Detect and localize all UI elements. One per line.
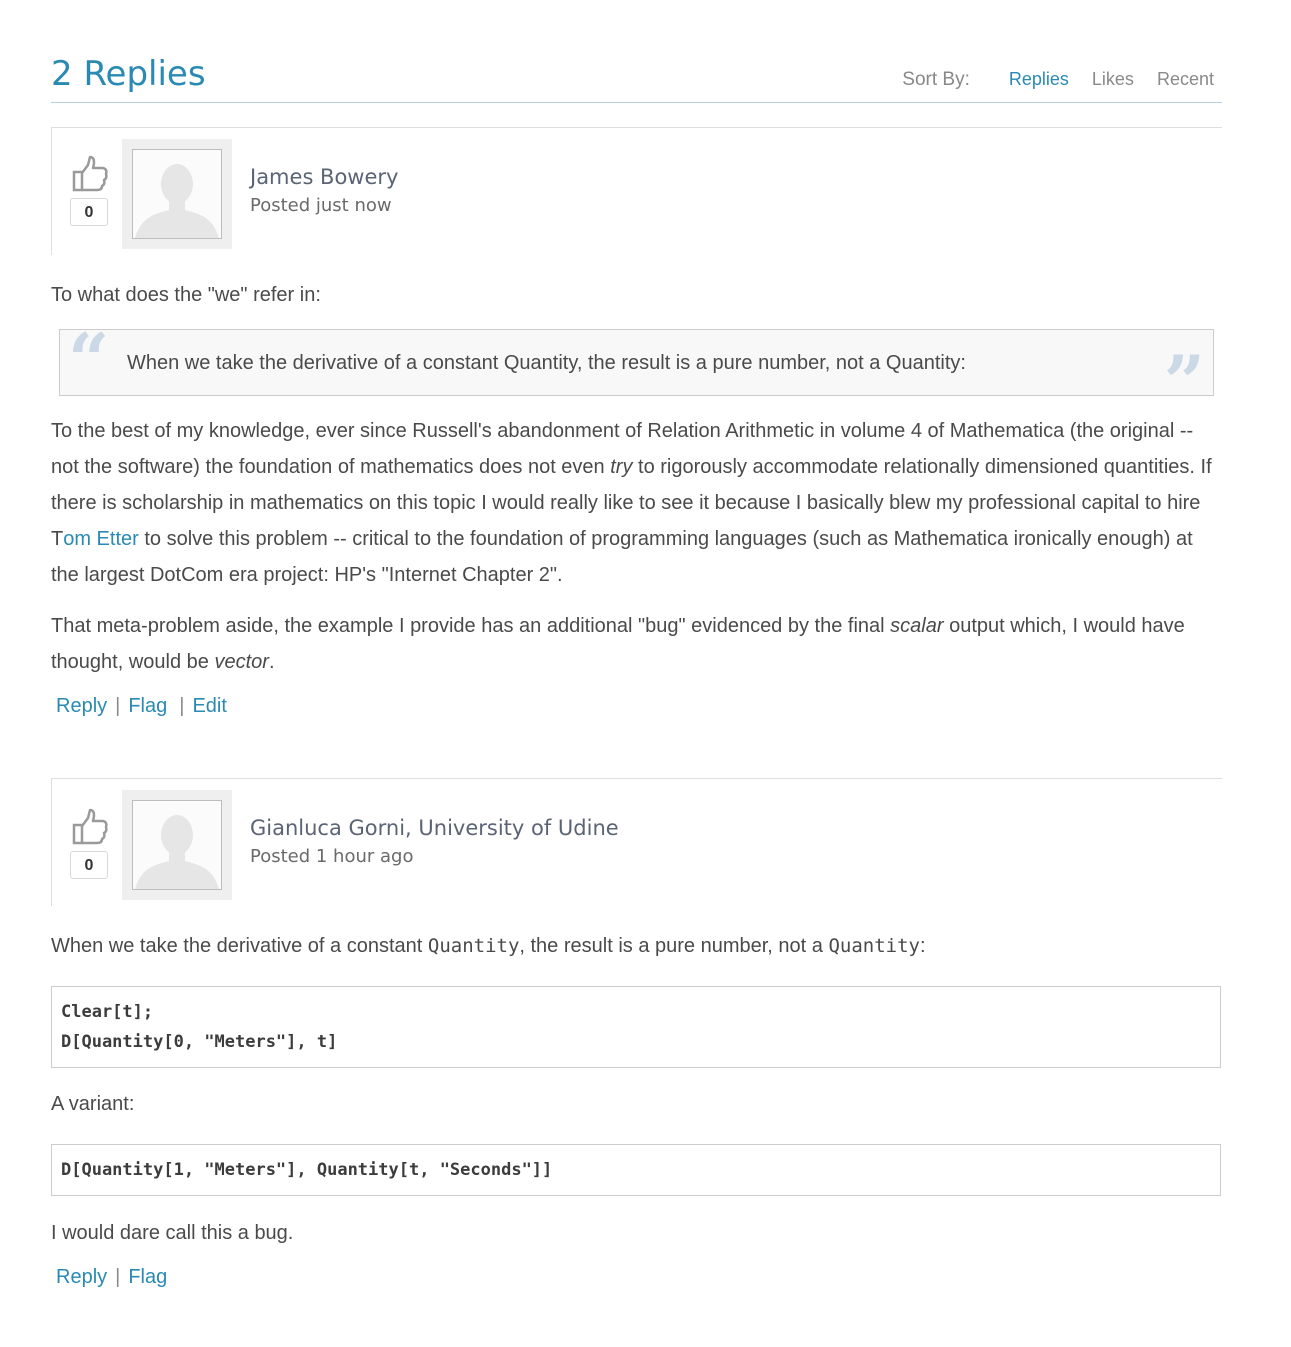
intro-text: To what does the "we" refer in: — [51, 284, 321, 306]
emphasis-text: vector — [214, 651, 269, 673]
blockquote: “ When we take the derivative of a const… — [59, 324, 1214, 418]
text-segment: . — [268, 651, 275, 673]
separator: | — [179, 695, 185, 717]
like-widget: 0 — [70, 154, 110, 226]
edit-button[interactable]: Edit — [192, 695, 226, 717]
author-name[interactable]: James Bowery — [250, 163, 398, 191]
sort-controls: Sort By: Replies Likes Recent — [902, 68, 1214, 91]
closing-paragraph: I would dare call this a bug. — [51, 1222, 294, 1244]
variant-label: A variant: — [51, 1086, 1222, 1122]
avatar-image — [132, 149, 222, 239]
reply-header: 0 Gianluca Gorni, University of Udine Po… — [51, 778, 1222, 906]
sort-by-label: Sort By: — [902, 69, 970, 90]
thumbs-up-icon[interactable] — [71, 807, 109, 845]
reply-button[interactable]: Reply — [56, 1266, 107, 1288]
close-quote-icon: ” — [1163, 339, 1205, 424]
avatar[interactable] — [122, 790, 232, 900]
variant-text: A variant: — [51, 1093, 135, 1115]
sort-option-recent[interactable]: Recent — [1157, 69, 1214, 89]
sort-option-replies[interactable]: Replies — [1009, 69, 1069, 89]
reply-header: 0 James Bowery Posted just now — [51, 127, 1222, 255]
flag-button[interactable]: Flag — [128, 695, 167, 717]
reply-intro: To what does the "we" refer in: — [51, 277, 1222, 313]
default-user-icon — [135, 164, 219, 238]
reply-paragraph: That meta-problem aside, the example I p… — [51, 608, 1222, 680]
reply-intro: When we take the derivative of a constan… — [51, 928, 1222, 964]
replies-count-title: 2 Replies — [51, 54, 206, 94]
sort-option-likes[interactable]: Likes — [1092, 69, 1134, 89]
text-segment: , the result is a pure number, not a — [519, 935, 829, 957]
default-user-icon — [135, 815, 219, 889]
like-count: 0 — [70, 198, 108, 226]
reply-actions: Reply | Flag | Edit — [56, 693, 227, 719]
code-block: D[Quantity[1, "Meters"], Quantity[t, "Se… — [51, 1144, 1221, 1196]
replies-header: 2 Replies Sort By: Replies Likes Recent — [51, 52, 1222, 103]
open-quote-icon: “ — [68, 317, 110, 402]
posted-time: Posted just now — [250, 195, 392, 216]
posted-time: Posted 1 hour ago — [250, 846, 414, 867]
text-segment: : — [919, 935, 926, 957]
author-name[interactable]: Gianluca Gorni, University of Udine — [250, 814, 619, 842]
reply-actions: Reply | Flag — [56, 1264, 167, 1290]
flag-button[interactable]: Flag — [128, 1266, 167, 1288]
emphasis-text: scalar — [890, 615, 944, 637]
tom-etter-link[interactable]: om Etter — [63, 528, 139, 550]
like-count: 0 — [70, 851, 108, 879]
emphasis-text: try — [610, 456, 633, 478]
separator: | — [115, 1266, 121, 1288]
text-segment: When we take the derivative of a constan… — [51, 935, 428, 957]
avatar-image — [132, 800, 222, 890]
text-segment: That meta-problem aside, the example I p… — [51, 615, 891, 637]
text-segment: to solve this problem -- critical to the… — [51, 528, 1193, 586]
code-line: D[Quantity[0, "Meters"], t] — [61, 1032, 338, 1052]
code-block: Clear[t]; D[Quantity[0, "Meters"], t] — [51, 986, 1221, 1068]
code-line: D[Quantity[1, "Meters"], Quantity[t, "Se… — [61, 1160, 553, 1180]
inline-code: Quantity — [427, 935, 520, 957]
code-line: Clear[t]; — [61, 1002, 154, 1022]
reply-paragraph: To the best of my knowledge, ever since … — [51, 413, 1222, 593]
inline-code: Quantity — [828, 935, 920, 957]
quote-text: When we take the derivative of a constan… — [127, 352, 966, 374]
closing-text: I would dare call this a bug. — [51, 1215, 1222, 1251]
separator: | — [115, 695, 121, 717]
thumbs-up-icon[interactable] — [71, 154, 109, 192]
like-widget: 0 — [70, 807, 110, 879]
avatar[interactable] — [122, 139, 232, 249]
reply-button[interactable]: Reply — [56, 695, 107, 717]
